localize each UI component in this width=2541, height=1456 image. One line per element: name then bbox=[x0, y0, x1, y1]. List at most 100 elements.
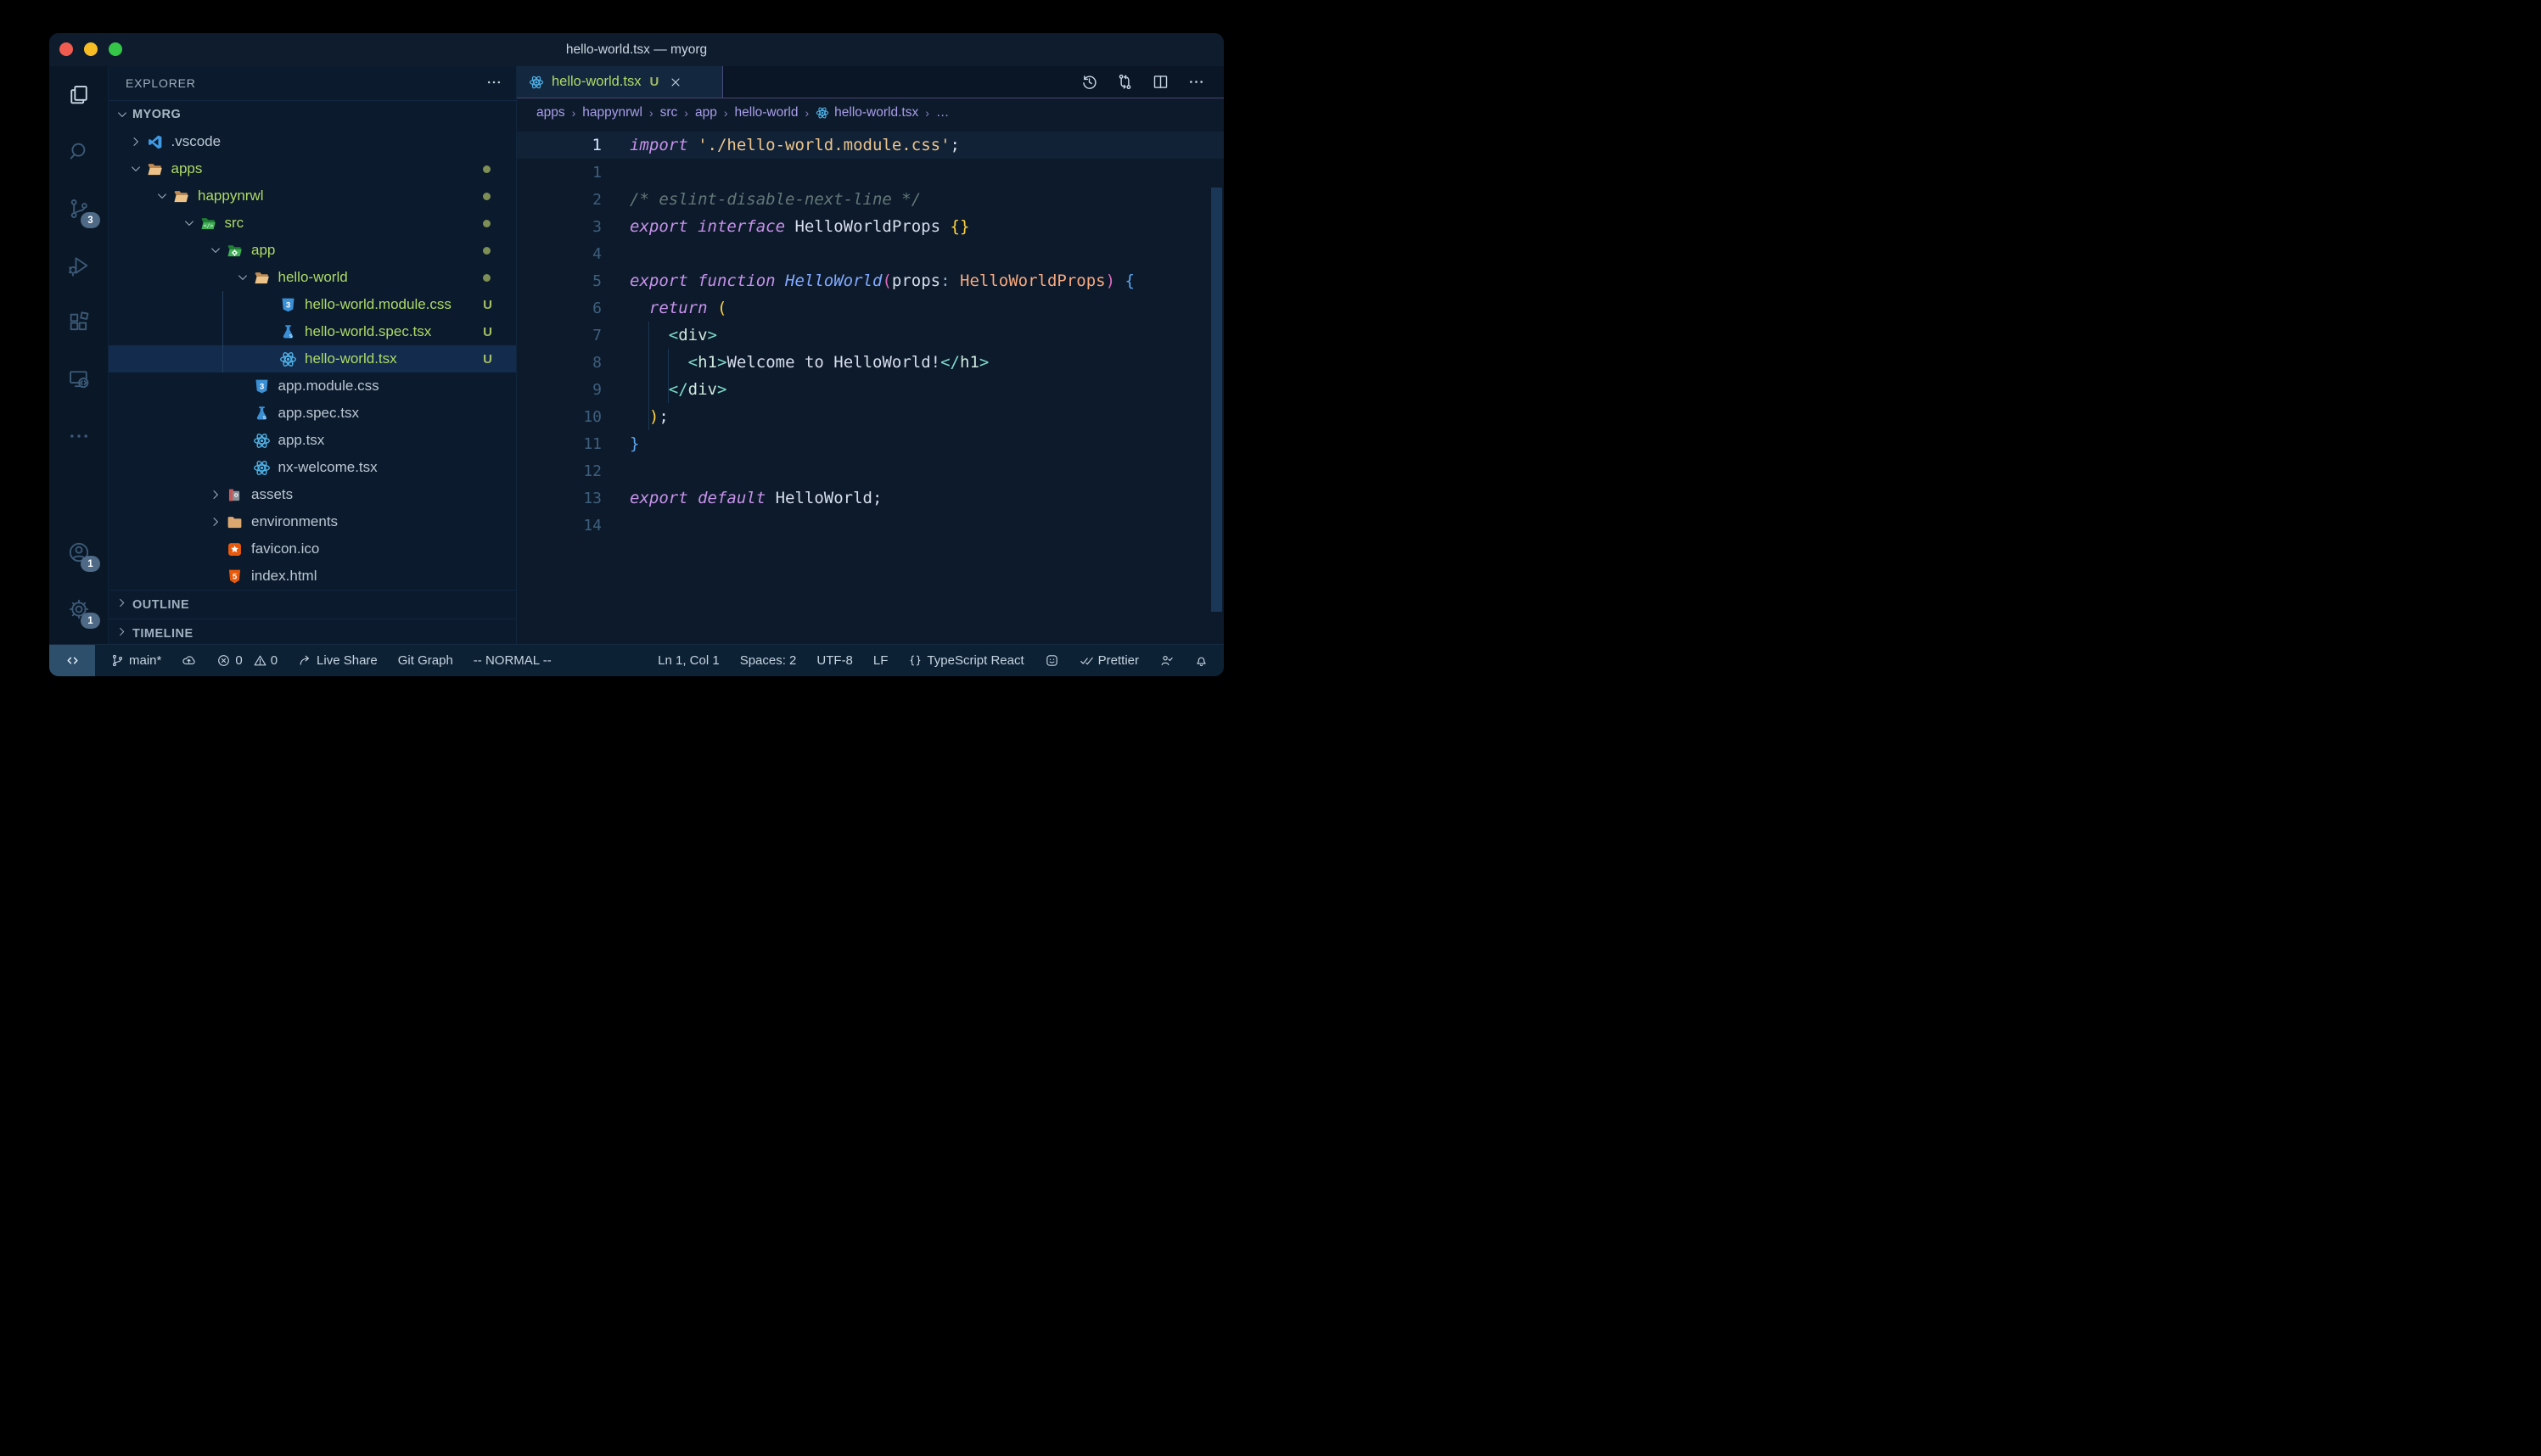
code-line[interactable]: 3export interface HelloWorldProps {} bbox=[517, 213, 1224, 240]
tree-item-app-tsx[interactable]: app.tsx bbox=[109, 427, 516, 454]
code-line[interactable]: 9 </div> bbox=[517, 376, 1224, 403]
status-item-live-share-session[interactable] bbox=[1159, 653, 1174, 668]
code-line[interactable]: 1 bbox=[517, 159, 1224, 186]
chevron-right-icon[interactable] bbox=[209, 488, 226, 501]
tree-item-app-spec-tsx[interactable]: sapp.spec.tsx bbox=[109, 400, 516, 427]
tree-item-index-html[interactable]: 5index.html bbox=[109, 563, 516, 590]
code-line[interactable]: 12 bbox=[517, 457, 1224, 484]
git-status-badge: U bbox=[483, 325, 492, 339]
status-item-notifications[interactable] bbox=[1194, 653, 1209, 668]
ellipsis-icon bbox=[1187, 73, 1205, 91]
status-item-sync-changes[interactable] bbox=[182, 653, 196, 668]
activity-bar-item-more-views[interactable] bbox=[49, 407, 108, 464]
check-double-icon bbox=[1080, 653, 1094, 668]
tree-item--vscode[interactable]: .vscode bbox=[109, 128, 516, 155]
explorer-more-actions-icon[interactable] bbox=[485, 74, 502, 93]
line-number: 1 bbox=[517, 136, 602, 154]
tree-item-hello-world-tsx[interactable]: hello-world.tsxU bbox=[109, 345, 516, 372]
tree-item-favicon-ico[interactable]: favicon.ico bbox=[109, 535, 516, 563]
status-item-problems[interactable]: 00 bbox=[216, 653, 278, 668]
activity-bar-item-extensions[interactable] bbox=[49, 294, 108, 350]
chevron-down-icon[interactable] bbox=[129, 162, 146, 176]
status-item-encoding[interactable]: UTF-8 bbox=[816, 653, 853, 668]
activity-bar-item-remote-explorer[interactable] bbox=[49, 350, 108, 407]
code-line[interactable]: 4 bbox=[517, 240, 1224, 267]
extensions-icon bbox=[67, 311, 91, 334]
code-line[interactable]: 8 <h1>Welcome to HelloWorld!</h1> bbox=[517, 349, 1224, 376]
status-item-git-graph[interactable]: Git Graph bbox=[398, 653, 453, 668]
code-line[interactable]: 5export function HelloWorld(props: Hello… bbox=[517, 267, 1224, 294]
tree-item-environments[interactable]: environments bbox=[109, 508, 516, 535]
status-item-cursor-position[interactable]: Ln 1, Col 1 bbox=[658, 653, 720, 668]
chevron-right-icon[interactable] bbox=[129, 135, 146, 148]
line-number: 9 bbox=[517, 381, 602, 399]
tree-item-apps[interactable]: apps bbox=[109, 155, 516, 182]
tree-item-assets[interactable]: assets bbox=[109, 481, 516, 508]
code-line[interactable]: 6 return ( bbox=[517, 294, 1224, 322]
window-title: hello-world.tsx — myorg bbox=[49, 33, 1224, 66]
split-editor-button[interactable] bbox=[1152, 73, 1170, 91]
chevron-down-icon[interactable] bbox=[236, 271, 253, 284]
status-item-vim-mode[interactable]: -- NORMAL -- bbox=[474, 653, 552, 668]
status-item-git-branch[interactable]: main* bbox=[110, 653, 161, 668]
breadcrumb-item[interactable]: happynrwl bbox=[582, 105, 642, 120]
code-line[interactable]: 13export default HelloWorld; bbox=[517, 484, 1224, 512]
breadcrumb-item[interactable]: hello-world.tsx bbox=[816, 105, 918, 120]
status-item-language-mode[interactable]: TypeScript React bbox=[908, 653, 1024, 668]
tree-item-nx-welcome-tsx[interactable]: nx-welcome.tsx bbox=[109, 454, 516, 481]
code-line[interactable]: 10 ); bbox=[517, 403, 1224, 430]
status-item-indentation[interactable]: Spaces: 2 bbox=[740, 653, 797, 668]
tab-hello-world-tsx[interactable]: hello-world.tsx U bbox=[517, 66, 723, 98]
tree-item-app[interactable]: app bbox=[109, 237, 516, 264]
remote-icon bbox=[65, 653, 80, 668]
code-editor[interactable]: 1import './hello-world.module.css';12/* … bbox=[517, 126, 1224, 644]
chevron-down-icon[interactable] bbox=[182, 216, 199, 230]
tree-item-src[interactable]: </>src bbox=[109, 210, 516, 237]
vscode-window: hello-world.tsx — myorg 3 11 EXPLORER MY… bbox=[49, 33, 1224, 676]
open-timeline-button[interactable] bbox=[1080, 73, 1098, 91]
activity-bar-item-accounts[interactable]: 1 bbox=[49, 524, 108, 580]
activity-bar-item-search[interactable] bbox=[49, 123, 108, 180]
workspace-section-header[interactable]: MYORG bbox=[109, 100, 516, 128]
svg-text:5: 5 bbox=[233, 572, 238, 581]
status-item-remote-indicator[interactable] bbox=[49, 645, 95, 676]
breadcrumb-item[interactable]: apps bbox=[536, 105, 565, 120]
activity-bar-item-run-and-debug[interactable] bbox=[49, 237, 108, 294]
svg-text:s: s bbox=[262, 415, 266, 421]
tree-item-app-module-css[interactable]: 3app.module.css bbox=[109, 372, 516, 400]
code-line[interactable]: 14 bbox=[517, 512, 1224, 539]
panel-header-timeline[interactable]: TIMELINE bbox=[109, 619, 516, 647]
breadcrumb-item[interactable]: hello-world bbox=[735, 105, 799, 120]
close-tab-icon[interactable] bbox=[669, 76, 682, 89]
chevron-down-icon[interactable] bbox=[209, 244, 226, 257]
more-actions-button[interactable] bbox=[1187, 73, 1205, 91]
line-number: 2 bbox=[517, 191, 602, 209]
code-line[interactable]: 7 <div> bbox=[517, 322, 1224, 349]
editor-scrollbar[interactable] bbox=[1211, 188, 1222, 612]
tree-item-hello-world-module-css[interactable]: 3hello-world.module.cssU bbox=[109, 291, 516, 318]
chevron-down-icon[interactable] bbox=[155, 189, 172, 203]
tree-item-hello-world[interactable]: hello-world bbox=[109, 264, 516, 291]
css3-icon: 3 bbox=[279, 296, 297, 314]
tree-item-happynrwl[interactable]: happynrwl bbox=[109, 182, 516, 210]
activity-bar-item-settings[interactable]: 1 bbox=[49, 580, 108, 637]
code-line[interactable]: 2/* eslint-disable-next-line */ bbox=[517, 186, 1224, 213]
editor-actions bbox=[1080, 66, 1224, 98]
activity-bar-item-source-control[interactable]: 3 bbox=[49, 180, 108, 237]
breadcrumb-item[interactable]: app bbox=[695, 105, 717, 120]
panel-header-outline[interactable]: OUTLINE bbox=[109, 590, 516, 619]
breadcrumb-separator: › bbox=[724, 106, 728, 120]
status-item-end-of-line[interactable]: LF bbox=[873, 653, 889, 668]
tree-item-hello-world-spec-tsx[interactable]: shello-world.spec.tsxU bbox=[109, 318, 516, 345]
status-item-formatter[interactable]: Prettier bbox=[1080, 653, 1139, 668]
breadcrumb-item[interactable]: … bbox=[936, 105, 950, 120]
open-changes-button[interactable] bbox=[1116, 73, 1134, 91]
tree-item-label: app bbox=[251, 242, 275, 259]
chevron-right-icon[interactable] bbox=[209, 515, 226, 529]
breadcrumb-item[interactable]: src bbox=[660, 105, 678, 120]
status-item-live-share[interactable]: Live Share bbox=[298, 653, 378, 668]
code-line[interactable]: 11} bbox=[517, 430, 1224, 457]
code-line[interactable]: 1import './hello-world.module.css'; bbox=[517, 132, 1224, 159]
status-item-feedback[interactable] bbox=[1045, 653, 1059, 668]
activity-bar-item-explorer[interactable] bbox=[49, 66, 108, 123]
